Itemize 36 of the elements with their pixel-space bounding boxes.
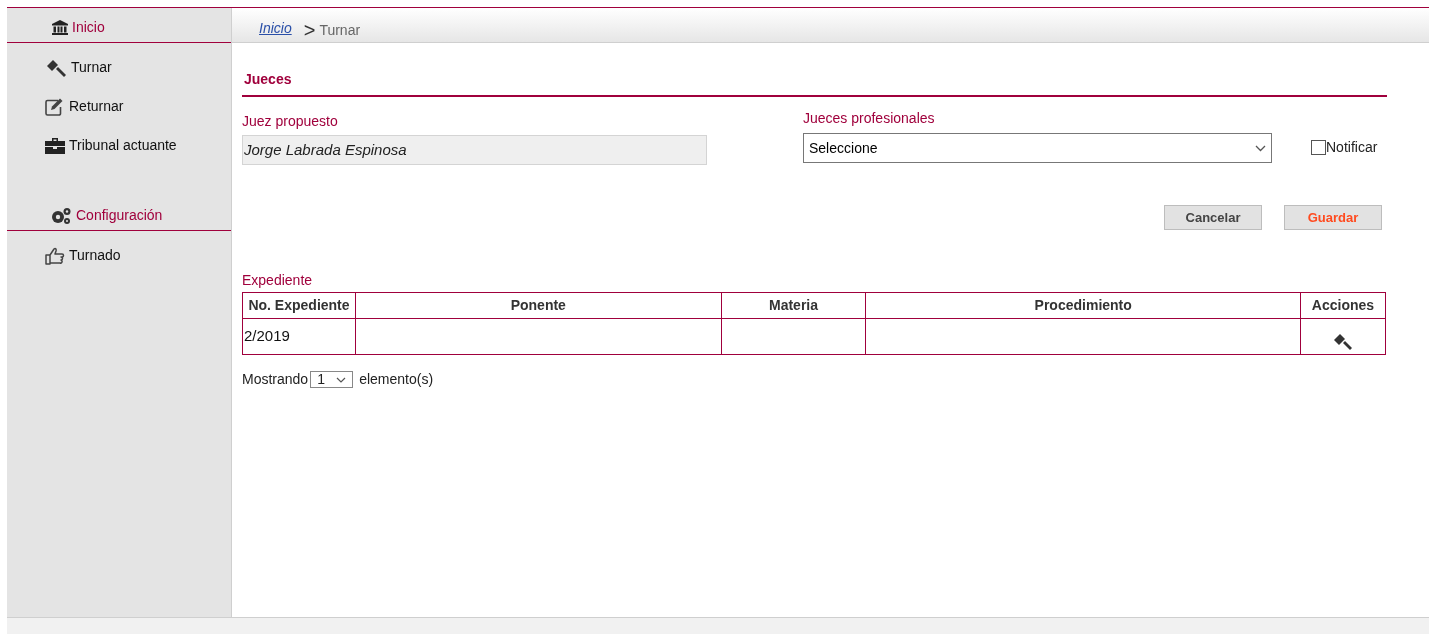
notify-checkbox[interactable] xyxy=(1311,139,1326,155)
briefcase-icon xyxy=(45,137,65,154)
sidebar-item[interactable]: Inicio xyxy=(7,8,231,43)
breadcrumb-current: Turnar xyxy=(319,21,361,40)
gavel-icon xyxy=(45,58,67,77)
sidebar-item[interactable]: Configuración xyxy=(7,196,231,231)
field-label: Jueces profesionales xyxy=(803,109,936,128)
column-header: Ponente xyxy=(355,292,722,319)
judges-dropdown[interactable]: Seleccione xyxy=(803,133,1272,163)
thumbs-up-icon xyxy=(45,246,65,265)
field-label: Juez propuesto xyxy=(242,112,339,131)
gears-icon xyxy=(50,206,72,225)
breadcrumb-separator: > xyxy=(303,19,316,41)
bank-icon xyxy=(52,20,68,35)
table-cell: 2/2019 xyxy=(242,318,356,355)
column-header: No. Expediente xyxy=(242,292,356,319)
sidebar-item[interactable]: Tribunal actuante xyxy=(7,121,231,160)
edit-icon xyxy=(45,97,65,116)
proposed-judge-field: Jorge Labrada Espinosa xyxy=(242,135,707,165)
sidebar-item[interactable]: Turnado xyxy=(7,231,231,270)
chevron-down-icon xyxy=(336,376,347,383)
page-size-dropdown[interactable]: 1 xyxy=(310,371,354,388)
pager-label: elemento(s) xyxy=(359,370,434,389)
chevron-down-icon xyxy=(1255,144,1266,152)
sidebar-item[interactable]: Returnar xyxy=(7,82,231,121)
checkbox-label: Notificar xyxy=(1326,137,1378,157)
column-header: Materia xyxy=(721,292,866,319)
sidebar-item[interactable]: Turnar xyxy=(7,43,231,82)
column-header: Acciones xyxy=(1300,292,1386,319)
pager-label: Mostrando xyxy=(242,370,309,389)
section-title: Jueces xyxy=(244,71,292,87)
column-header: Procedimiento xyxy=(865,292,1301,319)
table-title: Expediente xyxy=(242,271,314,290)
cancel-button[interactable]: Cancelar xyxy=(1164,205,1262,230)
breadcrumb-link[interactable]: Inicio xyxy=(259,18,292,39)
gavel-icon[interactable] xyxy=(1333,332,1353,352)
